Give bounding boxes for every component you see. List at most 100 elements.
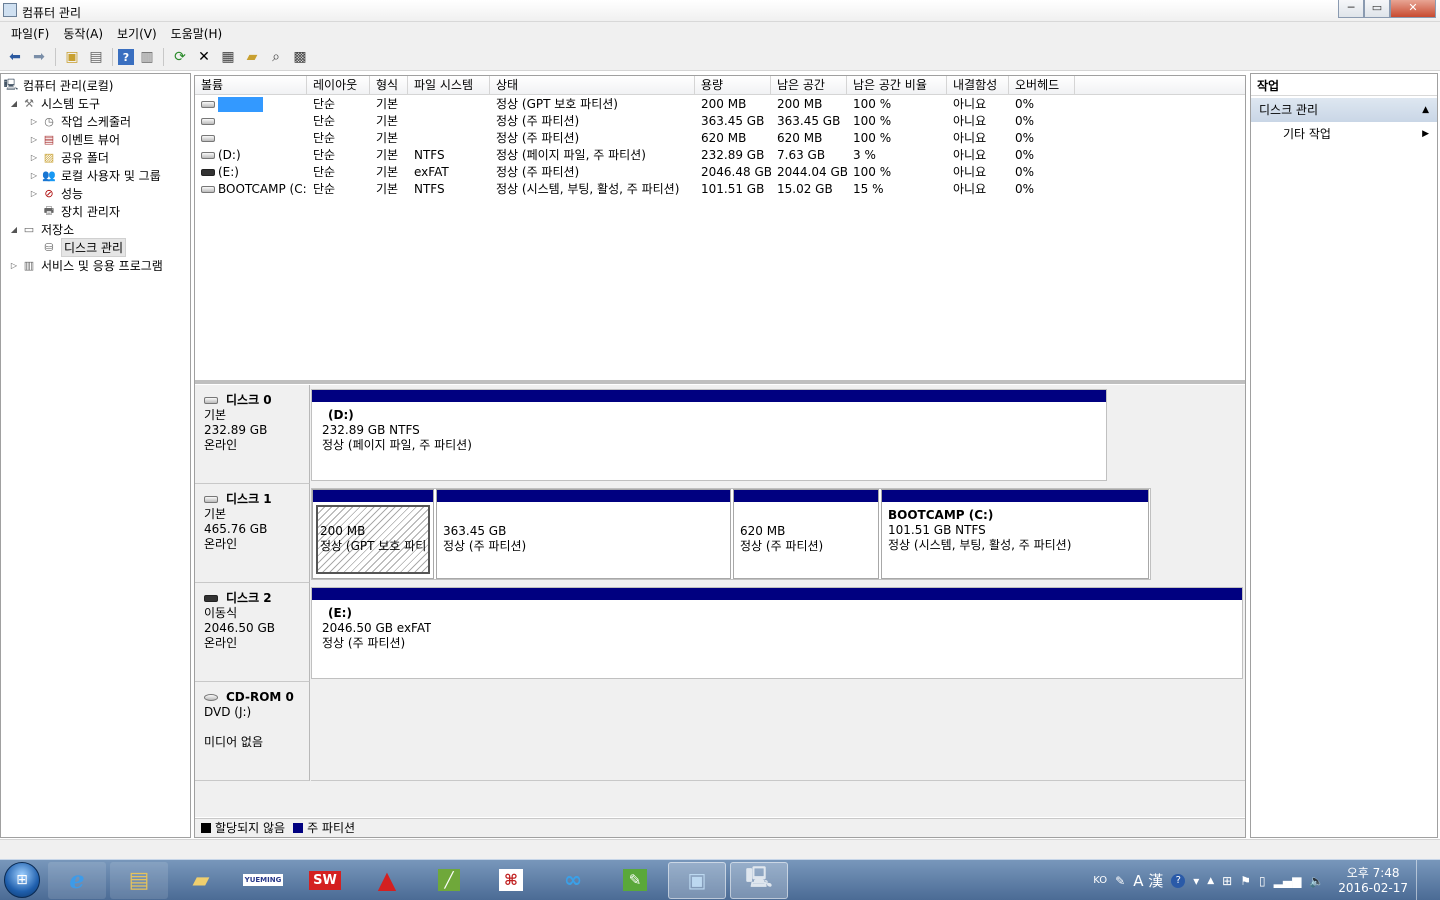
show-desktop-button[interactable] bbox=[1416, 860, 1430, 900]
partition-size: 232.89 GB NTFS bbox=[322, 423, 420, 437]
partition-d[interactable]: (D:) 232.89 GB NTFS 정상 (페이지 파일, 주 파티션) bbox=[312, 390, 1106, 480]
start-button[interactable]: ⊞ bbox=[0, 860, 44, 900]
action-center-icon[interactable]: ⚑ bbox=[1240, 874, 1251, 888]
column-type[interactable]: 형식 bbox=[370, 76, 408, 95]
menu-help[interactable]: 도움말(H) bbox=[164, 25, 230, 42]
ime-mode[interactable]: A 漢 bbox=[1133, 870, 1163, 891]
folder-icon[interactable]: ▰ bbox=[172, 862, 230, 899]
ime-tool-icon[interactable]: ✎ bbox=[1115, 874, 1125, 888]
disk-map: 디스크 0 기본 232.89 GB 온라인 (D:) 232.89 GB NT… bbox=[195, 385, 1245, 817]
search-icon[interactable]: ⌕ bbox=[265, 46, 287, 68]
table-row[interactable]: 단순 기본 정상 (주 파티션) 620 MB 620 MB 100 % 아니요… bbox=[195, 130, 1075, 147]
column-fault-tolerance[interactable]: 내결함성 bbox=[947, 76, 1009, 95]
collapse-arrow-icon[interactable]: ◢ bbox=[9, 225, 19, 234]
tray-expand-icon[interactable]: ▲ bbox=[1207, 876, 1214, 886]
expand-arrow-icon[interactable]: ▷ bbox=[29, 171, 39, 180]
up-icon[interactable]: ▣ bbox=[61, 46, 83, 68]
column-status[interactable]: 상태 bbox=[490, 76, 695, 95]
table-row[interactable]: BOOTCAMP (C:) 단순 기본 NTFS 정상 (시스템, 부팅, 활성… bbox=[195, 181, 1075, 198]
partition-e[interactable]: (E:) 2046.50 GB exFAT 정상 (주 파티션) bbox=[312, 588, 1242, 678]
cell-file-system: NTFS bbox=[414, 148, 445, 162]
baidu-icon[interactable]: ∞ bbox=[544, 862, 602, 899]
column-layout[interactable]: 레이아웃 bbox=[307, 76, 370, 95]
menu-file[interactable]: 파일(F) bbox=[4, 25, 56, 42]
collapse-arrow-icon[interactable]: ◢ bbox=[9, 99, 19, 108]
column-file-system[interactable]: 파일 시스템 bbox=[408, 76, 490, 95]
column-volume[interactable]: 볼륨 bbox=[195, 76, 307, 95]
partition-363gb[interactable]: 363.45 GB 정상 (주 파티션) bbox=[436, 489, 731, 579]
collapse-up-icon[interactable]: ▲ bbox=[1422, 98, 1429, 122]
minimize-button[interactable]: ─ bbox=[1338, 0, 1364, 18]
tree-item-device-manager[interactable]: 🖶 장치 관리자 bbox=[29, 202, 120, 220]
evernote-icon[interactable]: ✎ bbox=[606, 862, 664, 899]
partition-bootcamp-c[interactable]: BOOTCAMP (C:) 101.51 GB NTFS 정상 (시스템, 부팅… bbox=[881, 489, 1149, 579]
menu-view[interactable]: 보기(V) bbox=[110, 25, 164, 42]
volume-icon[interactable]: 🔈 bbox=[1309, 874, 1324, 888]
app2-icon[interactable]: ⌘ bbox=[482, 862, 540, 899]
yueming-icon[interactable]: YUEMING bbox=[234, 862, 292, 899]
computer-management-icon[interactable]: 🖳 bbox=[730, 861, 788, 899]
properties-icon[interactable]: ▦ bbox=[217, 46, 239, 68]
language-indicator[interactable]: KO bbox=[1093, 875, 1107, 886]
close-button[interactable]: ✕ bbox=[1390, 0, 1436, 18]
tree-item-event-viewer[interactable]: ▷ ▤ 이벤트 뷰어 bbox=[29, 130, 120, 148]
table-row[interactable]: (E:) 단순 기본 exFAT 정상 (주 파티션) 2046.48 GB 2… bbox=[195, 164, 1075, 181]
expand-arrow-icon[interactable]: ▷ bbox=[29, 153, 39, 162]
tree-item-local-users[interactable]: ▷ 👥 로컬 사용자 및 그룹 bbox=[29, 166, 161, 184]
table-row[interactable]: 단순 기본 정상 (GPT 보호 파티션) 200 MB 200 MB 100 … bbox=[195, 96, 1075, 113]
open-icon[interactable]: ▰ bbox=[241, 46, 263, 68]
refresh-icon[interactable]: ⟳ bbox=[169, 46, 191, 68]
expand-arrow-icon[interactable]: ▷ bbox=[29, 117, 39, 126]
table-row[interactable]: (D:) 단순 기본 NTFS 정상 (페이지 파일, 주 파티션) 232.8… bbox=[195, 147, 1075, 164]
app-icon[interactable]: ╱ bbox=[420, 862, 478, 899]
tree-item-shared-folders[interactable]: ▷ ▨ 공유 폴더 bbox=[29, 148, 109, 166]
ie-icon[interactable]: ℯ bbox=[48, 861, 106, 899]
clock[interactable]: 오후 7:48 2016-02-17 bbox=[1338, 866, 1408, 896]
forward-icon[interactable]: ➡ bbox=[28, 46, 50, 68]
cell-file-system bbox=[408, 96, 490, 113]
solidworks-icon[interactable]: SW bbox=[296, 862, 354, 899]
windows-flag-icon[interactable]: ⊞ bbox=[1222, 874, 1232, 888]
column-capacity[interactable]: 용량 bbox=[695, 76, 771, 95]
network-icon[interactable]: ▂▄▆ bbox=[1274, 874, 1302, 888]
show-hide-tree-icon[interactable]: ▤ bbox=[85, 46, 107, 68]
disk-1-label[interactable]: 디스크 1 기본 465.76 GB 온라인 bbox=[195, 484, 310, 583]
expand-arrow-icon[interactable]: ▷ bbox=[29, 189, 39, 198]
partition-gpt-protective[interactable]: 200 MB 정상 (GPT 보호 파티 bbox=[312, 489, 434, 579]
expand-arrow-icon[interactable]: ▷ bbox=[29, 135, 39, 144]
partition-status: 정상 (페이지 파일, 주 파티션) bbox=[322, 438, 472, 452]
expand-arrow-icon[interactable]: ▷ bbox=[9, 261, 19, 270]
file-explorer-icon[interactable]: ▤ bbox=[110, 861, 168, 899]
cdrom-0-label[interactable]: CD-ROM 0 DVD (J:) 미디어 없음 bbox=[195, 682, 310, 781]
back-icon[interactable]: ⬅ bbox=[4, 46, 26, 68]
actions-section-disk-management[interactable]: 디스크 관리 ▲ bbox=[1251, 98, 1437, 122]
column-free-space[interactable]: 남은 공간 bbox=[771, 76, 847, 95]
tree-item-disk-management[interactable]: ⛁ 디스크 관리 bbox=[29, 237, 127, 257]
tree-item-storage[interactable]: ◢ ▭ 저장소 bbox=[9, 220, 74, 238]
partition-620mb[interactable]: 620 MB 정상 (주 파티션) bbox=[733, 489, 879, 579]
column-free-percent[interactable]: 남은 공간 비율 bbox=[847, 76, 947, 95]
help-icon[interactable]: ? bbox=[118, 49, 134, 65]
pane-splitter[interactable] bbox=[195, 380, 1245, 384]
tree-item-computer-management[interactable]: 🖳 컴퓨터 관리(로컬) bbox=[3, 76, 114, 94]
options-icon[interactable]: ▾ bbox=[1193, 874, 1199, 888]
help-icon[interactable]: ? bbox=[1171, 873, 1186, 888]
cell-free-space: 15.02 GB bbox=[777, 182, 833, 196]
control-panel-icon[interactable]: ▣ bbox=[668, 861, 726, 899]
maximize-button[interactable]: ▭ bbox=[1364, 0, 1390, 18]
menu-action[interactable]: 동작(A) bbox=[56, 25, 110, 42]
tree-item-performance[interactable]: ▷ ⊘ 성능 bbox=[29, 184, 83, 202]
more-actions-item[interactable]: 기타 작업 ▶ bbox=[1251, 122, 1437, 146]
table-row[interactable]: 단순 기본 정상 (주 파티션) 363.45 GB 363.45 GB 100… bbox=[195, 113, 1075, 130]
column-overhead[interactable]: 오버헤드 bbox=[1009, 76, 1075, 95]
disk-2-label[interactable]: 디스크 2 이동식 2046.50 GB 온라인 bbox=[195, 583, 310, 682]
delete-icon[interactable]: ✕ bbox=[193, 46, 215, 68]
safely-remove-icon[interactable]: ▯ bbox=[1259, 874, 1266, 888]
disk-0-label[interactable]: 디스크 0 기본 232.89 GB 온라인 bbox=[195, 385, 310, 484]
settings-icon[interactable]: ▩ bbox=[289, 46, 311, 68]
tree-item-task-scheduler[interactable]: ▷ ◷ 작업 스케줄러 bbox=[29, 112, 131, 130]
autocad-icon[interactable]: ▲ bbox=[358, 862, 416, 899]
tree-item-services-applications[interactable]: ▷ ▥ 서비스 및 응용 프로그램 bbox=[9, 256, 163, 274]
tree-item-system-tools[interactable]: ◢ ⚒ 시스템 도구 bbox=[9, 94, 100, 112]
show-hide-action-icon[interactable]: ▥ bbox=[136, 46, 158, 68]
